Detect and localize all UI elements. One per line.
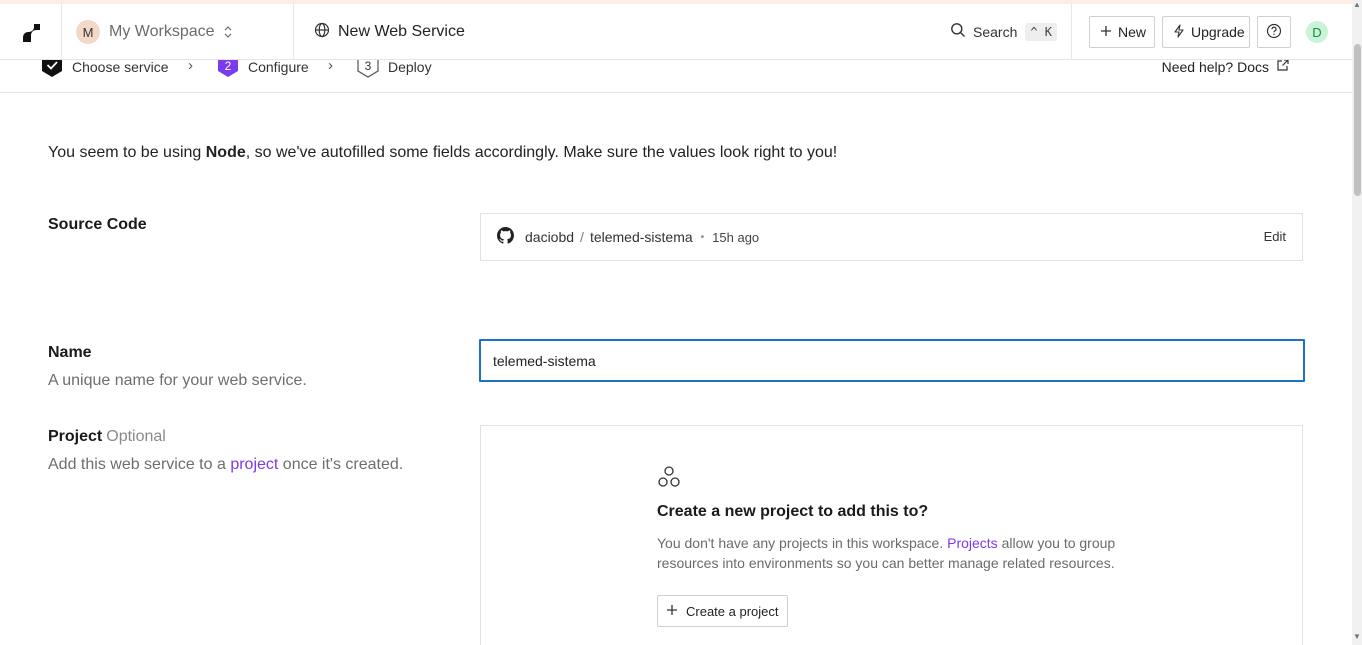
step-label: Configure [248,60,309,75]
new-button[interactable]: New [1089,16,1155,48]
step-configure[interactable]: 2 Configure [216,60,309,81]
repo-owner: daciobd [525,229,575,245]
project-empty-state-card: Create a new project to add this to? You… [480,425,1303,645]
help-docs-label: Need help? Docs [1161,60,1269,75]
plus-icon [1100,24,1112,40]
step-number-hexagon-icon: 2 [216,60,240,81]
render-logo-icon[interactable] [20,21,44,45]
search-icon [950,22,966,43]
help-icon [1266,23,1282,42]
globe-icon [314,22,330,43]
project-desc-text: once it's created. [278,456,404,473]
repo-name: telemed-sistema [589,229,693,245]
scroll-up-arrow-icon[interactable]: ▲ [1353,0,1361,9]
workspace-switcher[interactable]: M My Workspace [76,20,233,44]
wizard-stepper: Choose service › 2 Configure › 3 Deploy … [0,60,1352,93]
notice-text: , so we've autofilled some fields accord… [245,144,838,161]
projects-link[interactable]: Projects [947,535,998,551]
source-code-card: daciobd / telemed-sistema • 15h ago Edit [480,213,1303,261]
optional-tag: Optional [106,428,166,445]
dot-separator: • [700,231,705,243]
project-desc-text: Add this web service to a [48,456,231,473]
service-name-input[interactable] [479,339,1305,382]
help-button[interactable] [1257,16,1291,48]
edit-source-button[interactable]: Edit [1264,229,1286,244]
project-cluster-icon [657,466,681,492]
name-description: A unique name for your web service. [48,372,307,389]
project-card-text-part: You don't have any projects in this work… [657,535,948,551]
scrollbar-thumb[interactable] [1354,44,1361,196]
step-deploy[interactable]: 3 Deploy [356,60,432,81]
source-code-label: Source Code [48,216,147,233]
notice-text: You seem to be using [48,144,206,161]
project-label-text: Project [48,428,103,445]
search-button[interactable]: Search ^ K [950,20,1058,44]
scroll-down-arrow-icon[interactable]: ▼ [1353,632,1361,641]
last-updated-time: 15h ago [712,229,760,245]
workspace-avatar: M [76,20,100,44]
step-label: Deploy [388,60,432,75]
chevron-right-icon: › [328,60,333,74]
check-hexagon-icon [40,60,64,81]
name-label: Name [48,344,92,361]
step-choose-service[interactable]: Choose service [40,60,169,81]
chevron-right-icon: › [188,60,193,74]
page-title: New Web Service [338,23,465,40]
page-scrollbar[interactable]: ▲ ▼ [1352,0,1362,645]
autofill-notice: You seem to be using Node, so we've auto… [48,144,837,162]
create-project-label: Create a project [686,603,779,619]
repo-separator: / [580,229,584,245]
header-divider [293,4,294,60]
project-docs-link[interactable]: project [230,456,278,473]
search-label: Search [973,24,1018,40]
github-icon [497,227,514,247]
header-divider [1071,4,1072,60]
user-avatar[interactable]: D [1306,21,1328,43]
svg-text:2: 2 [225,60,232,73]
upgrade-button[interactable]: Upgrade [1162,16,1250,48]
breadcrumb: New Web Service [314,20,465,44]
plus-icon [666,604,678,619]
project-card-title: Create a new project to add this to? [657,503,929,520]
step-label: Choose service [72,60,169,75]
external-link-icon [1276,60,1290,75]
step-number-hexagon-icon: 3 [356,60,380,81]
new-button-label: New [1118,24,1147,40]
upgrade-button-label: Upgrade [1191,24,1245,40]
help-docs-link[interactable]: Need help? Docs [1162,60,1290,75]
project-description: Add this web service to a project once i… [48,456,403,474]
lightning-icon [1173,23,1185,41]
header-divider [61,4,62,60]
runtime-name: Node [205,144,246,161]
keyboard-shortcut: ^ K [1025,23,1058,41]
project-label: Project Optional [48,428,166,446]
chevron-up-down-icon [223,25,233,39]
project-empty-state: Create a new project to add this to? You… [657,466,1117,627]
create-project-button[interactable]: Create a project [657,595,788,627]
project-card-text: You don't have any projects in this work… [657,533,1117,573]
workspace-name: My Workspace [109,23,215,40]
svg-text:3: 3 [365,60,372,73]
top-header: M My Workspace New Web Service Search ^ … [0,4,1352,60]
